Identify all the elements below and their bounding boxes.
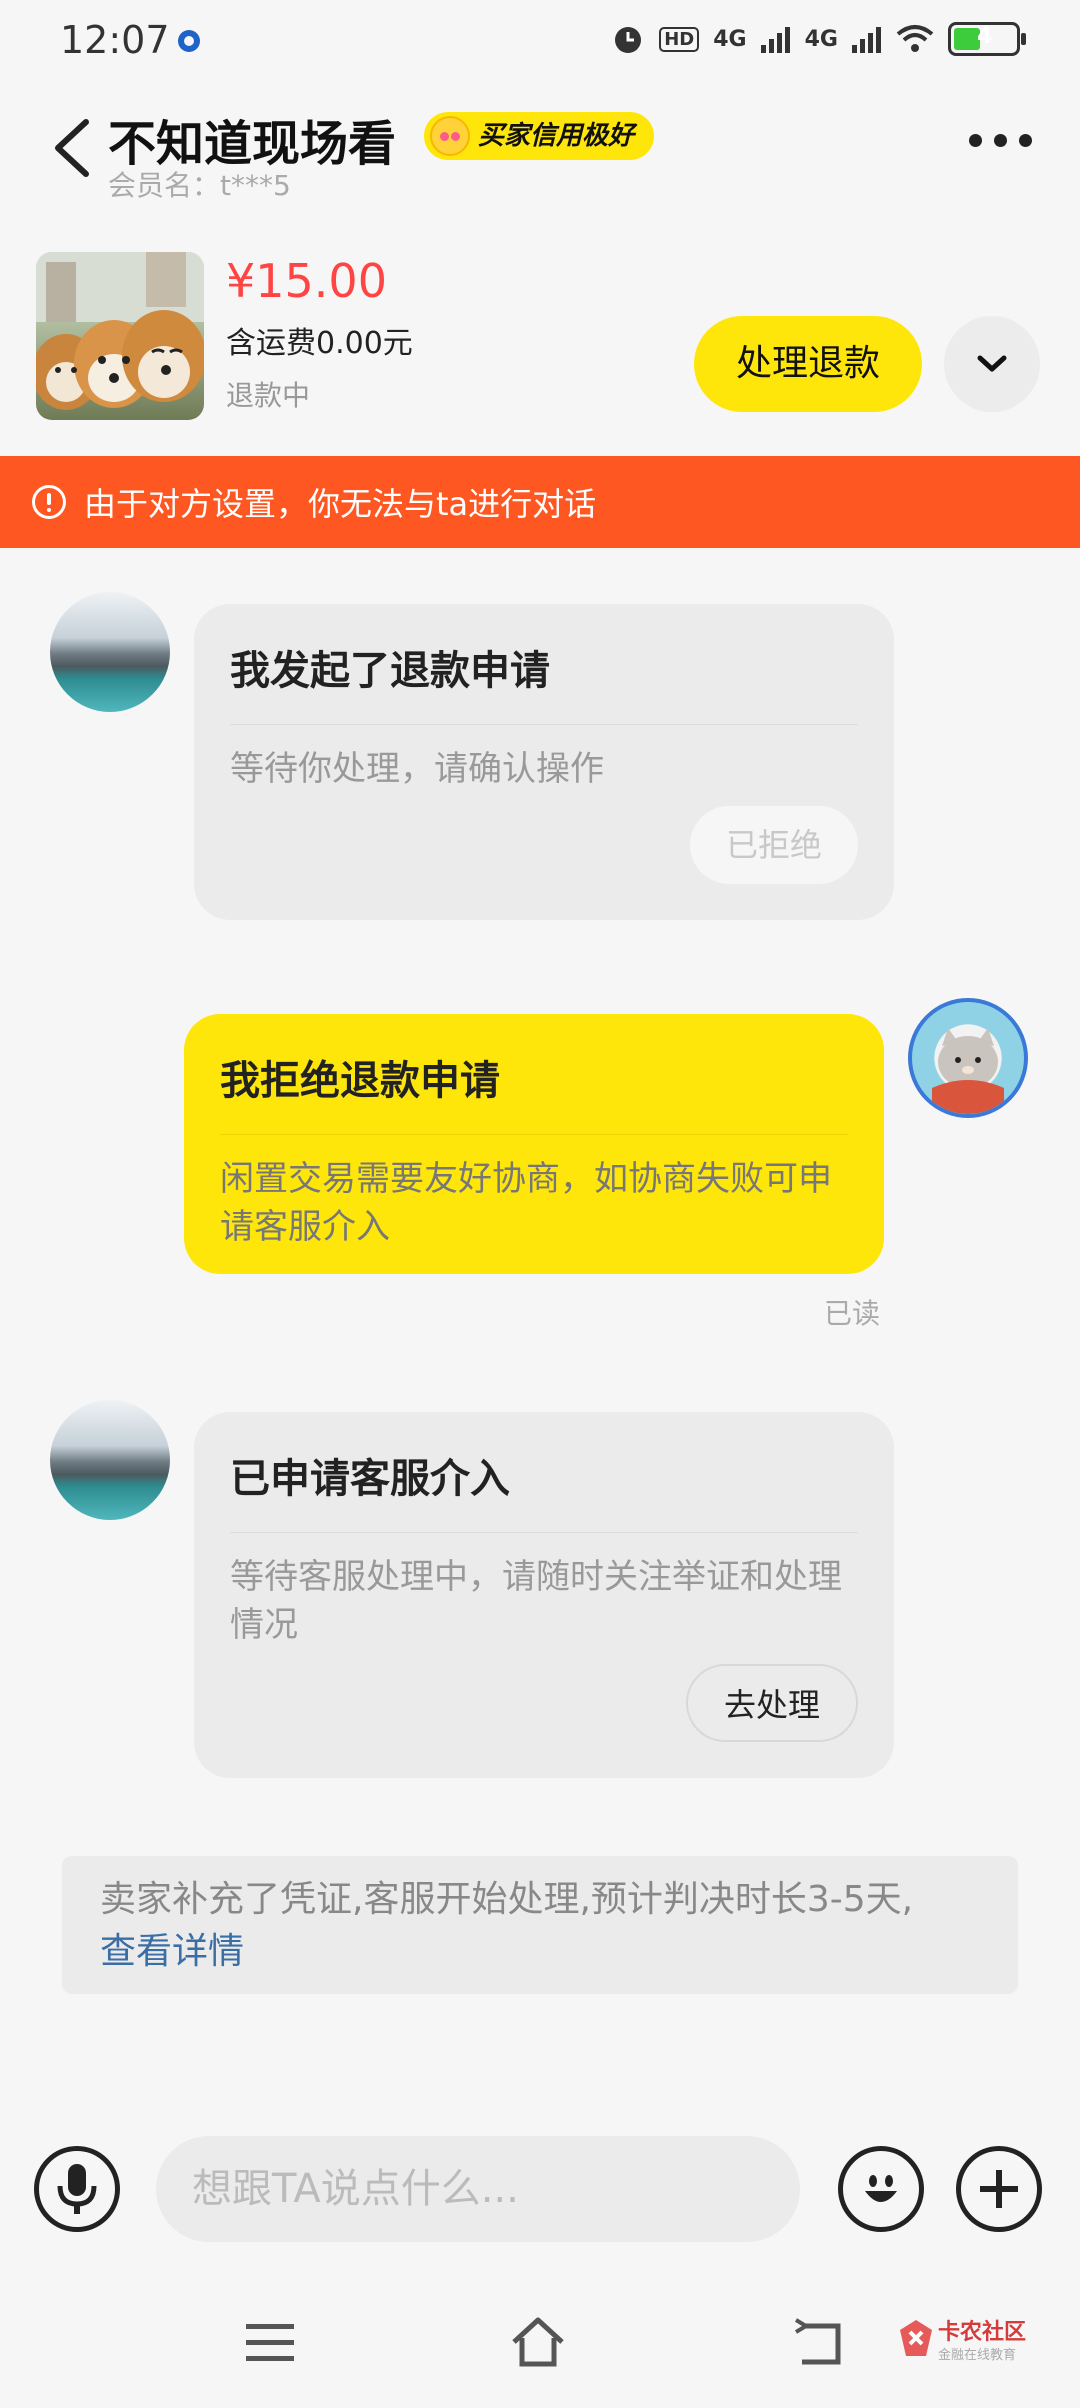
expand-button[interactable] (944, 316, 1040, 412)
watermark: 卡农社区 金融在线教育 (898, 2312, 1058, 2368)
card-text: 等待你处理，请确认操作 (230, 749, 604, 789)
status-icons: HD 4G 4G 4 (611, 22, 1026, 56)
credit-badge-label: 买家信用极好 (478, 121, 635, 151)
product-image[interactable] (36, 252, 204, 420)
process-refund-button[interactable]: 处理退款 (694, 316, 922, 412)
dogs-photo (36, 252, 204, 410)
input-bar (0, 2118, 1080, 2274)
status-bar: 12:07 HD 4G 4G 4 (0, 0, 1080, 86)
back-nav-icon[interactable] (792, 2314, 852, 2370)
signal-icon (760, 27, 790, 53)
rejected-button[interactable]: 已拒绝 (689, 806, 858, 884)
chat-header: 不知道现场看 买家信用极好 会员名：t***5 (0, 86, 1080, 206)
smiley-icon (430, 116, 470, 156)
order-status: 退款中 (226, 379, 311, 412)
credit-badge[interactable]: 买家信用极好 (424, 112, 655, 160)
microphone-icon (57, 2164, 97, 2214)
voice-button[interactable] (34, 2146, 120, 2232)
alarm-icon (615, 27, 642, 53)
add-button[interactable] (956, 2146, 1042, 2232)
hd-label: HD (659, 26, 700, 52)
cat-avatar-icon (932, 1028, 1004, 1114)
battery-level: 4 (977, 24, 993, 49)
message-input[interactable] (156, 2136, 800, 2242)
card-title: 已申请客服介入 (230, 1456, 510, 1502)
emoji-button[interactable] (838, 2146, 924, 2232)
smiley-icon (865, 2175, 897, 2202)
card-text: 等待客服处理中，请随时关注举证和处理情况 (230, 1557, 842, 1645)
signal-icon-2 (852, 27, 881, 53)
system-message: 卖家补充了凭证,客服开始处理,预计判决时长3-5天, 查看详情 (62, 1856, 1018, 1994)
back-button[interactable] (46, 116, 100, 180)
shipping-fee: 含运费0.00元 (226, 326, 413, 361)
refund-request-card: 我发起了退款申请 等待你处理，请确认操作 已拒绝 (194, 604, 894, 920)
app-notification-icon (178, 30, 200, 52)
notice-banner: 由于对方设置，你无法与ta进行对话 (0, 456, 1080, 548)
dot-icon (994, 134, 1007, 147)
home-icon[interactable] (508, 2314, 568, 2370)
contact-avatar[interactable] (50, 1400, 170, 1520)
handle-button[interactable]: 去处理 (685, 1664, 858, 1742)
card-title: 我发起了退款申请 (230, 648, 550, 694)
card-title: 我拒绝退款申请 (220, 1058, 500, 1104)
network-label-1: 4G (713, 26, 747, 52)
watermark-title: 卡农社区 (938, 2320, 1027, 2345)
system-nav-bar: 卡农社区 金融在线教育 (0, 2274, 1080, 2408)
plus-icon (980, 2170, 1018, 2208)
chevron-down-icon (977, 355, 1007, 372)
customer-service-card: 已申请客服介入 等待客服处理中，请随时关注举证和处理情况 去处理 (194, 1412, 894, 1778)
battery-icon: 4 (948, 22, 1026, 56)
chat-area[interactable]: 我发起了退款申请 等待你处理，请确认操作 已拒绝 我拒绝退款申请 闲置交易需要友… (0, 548, 1080, 2118)
contact-avatar[interactable] (50, 592, 170, 712)
watermark-logo-icon (900, 2320, 932, 2356)
read-receipt: 已读 (824, 1297, 881, 1330)
system-message-text: 卖家补充了凭证,客服开始处理,预计判决时长3-5天, (100, 1879, 914, 1920)
product-summary: ¥15.00 含运费0.00元 退款中 处理退款 (0, 206, 1080, 456)
reject-refund-card: 我拒绝退款申请 闲置交易需要友好协商，如协商失败可申请客服介入 (184, 1014, 884, 1274)
view-details-link[interactable]: 查看详情 (100, 1931, 244, 1972)
notice-text: 由于对方设置，你无法与ta进行对话 (84, 485, 597, 523)
product-price: ¥15.00 (226, 254, 387, 308)
menu-icon[interactable] (240, 2314, 300, 2370)
network-label-2: 4G (804, 26, 838, 52)
dot-icon (1019, 134, 1032, 147)
more-options-button[interactable] (969, 134, 1032, 147)
watermark-subtitle: 金融在线教育 (938, 2348, 1017, 2363)
card-text: 闲置交易需要友好协商，如协商失败可申请客服介入 (220, 1159, 832, 1247)
member-name: 会员名：t***5 (108, 169, 291, 202)
warning-icon (32, 485, 66, 519)
wifi-icon (896, 25, 934, 52)
status-time: 12:07 (60, 18, 170, 62)
my-avatar[interactable] (908, 998, 1028, 1118)
dot-icon (969, 134, 982, 147)
